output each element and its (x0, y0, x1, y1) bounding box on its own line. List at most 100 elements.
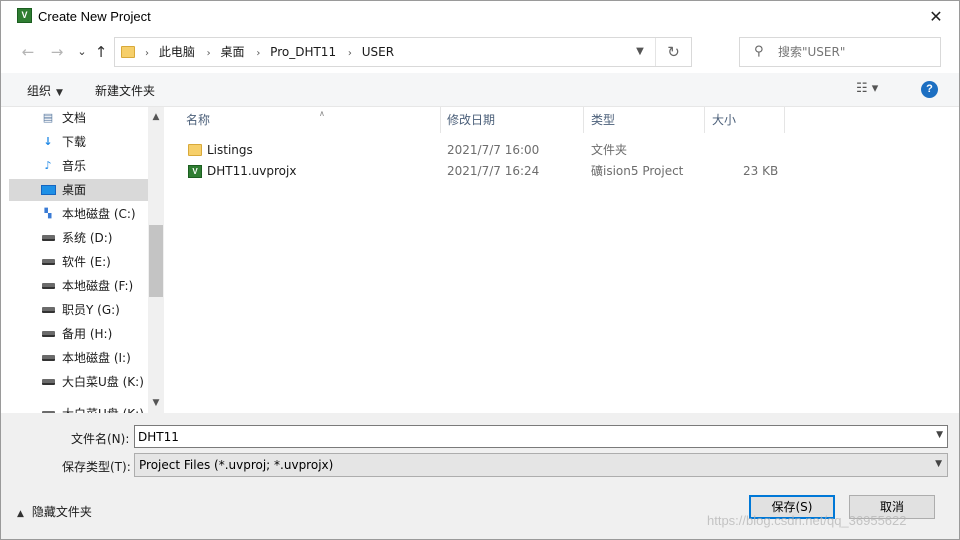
sidebar-item-drive-f[interactable]: 本地磁盘 (F:) (9, 275, 148, 297)
sidebar-item-label: 大白菜U盘 (K:) (62, 375, 144, 389)
column-header-date[interactable]: 修改日期 (440, 107, 584, 133)
chevron-down-icon: ▼ (935, 459, 942, 469)
back-icon[interactable]: ← (17, 41, 39, 63)
file-date: 2021/7/7 16:00 (447, 143, 540, 157)
sidebar-item-drive-h[interactable]: 备用 (H:) (9, 323, 148, 345)
drive-icon (42, 331, 55, 337)
sidebar-scrollbar[interactable]: ▲ ▼ (148, 107, 164, 413)
column-header-type[interactable]: 类型 (584, 107, 705, 133)
sidebar-item-drive-g[interactable]: 职员Y (G:) (9, 299, 148, 321)
sidebar-item-drive-d[interactable]: 系统 (D:) (9, 227, 148, 249)
filetype-value: Project Files (*.uvproj; *.uvprojx) (139, 458, 334, 472)
filetype-label: 保存类型(T): (62, 460, 131, 474)
sidebar-item-label: 下载 (62, 135, 87, 149)
folder-icon (188, 144, 202, 156)
column-header-name[interactable]: ∧ 名称 (179, 107, 441, 133)
address-bar[interactable]: › 此电脑 › 桌面 › Pro_DHT11 › USER ▼ ↻ (114, 37, 692, 67)
file-size: 23 KB (743, 164, 779, 178)
sidebar-item-downloads[interactable]: ↓ 下载 (9, 131, 148, 153)
hide-folders-toggle[interactable]: ▲ 隐藏文件夹 (17, 503, 92, 520)
drive-icon (42, 307, 55, 313)
filename-label: 文件名(N): (71, 432, 130, 446)
sidebar-item-drive-c[interactable]: ▚ 本地磁盘 (C:) (9, 203, 148, 225)
sidebar-item-label: 文档 (62, 111, 87, 125)
navigation-bar: ← → ⌄ ↑ › 此电脑 › 桌面 › Pro_DHT11 › USER ▼ … (1, 33, 959, 71)
column-header-size[interactable]: 大小 (705, 107, 785, 133)
search-icon: ⚲ (754, 44, 764, 59)
title-bar: V Create New Project ✕ (1, 1, 959, 32)
search-box[interactable]: ⚲ (739, 37, 941, 67)
breadcrumb-separator[interactable]: › (256, 48, 260, 59)
sidebar-item-label: 职员Y (G:) (62, 303, 120, 317)
new-folder-button[interactable]: 新建文件夹 (95, 82, 155, 99)
search-input[interactable] (778, 42, 933, 62)
sidebar-item-label: 音乐 (62, 159, 87, 173)
filetype-select[interactable]: Project Files (*.uvproj; *.uvprojx) ▼ (134, 453, 948, 477)
column-header-label: 名称 (186, 113, 211, 127)
sidebar-item-desktop[interactable]: 桌面 (9, 179, 148, 201)
refresh-icon[interactable]: ↻ (655, 38, 691, 66)
file-list: ∧ 名称 修改日期 类型 大小 Listings 2021/7/7 16:00 … (164, 107, 953, 413)
file-row[interactable]: V DHT11.uvprojx 2021/7/7 16:24 礦ision5 P… (164, 161, 953, 182)
toolbar: 组织 ▼ 新建文件夹 ☷ ▾ ? (1, 73, 959, 107)
breadcrumb-separator[interactable]: › (348, 48, 352, 59)
breadcrumb-this-pc[interactable]: 此电脑 (159, 45, 195, 59)
hide-folders-label: 隐藏文件夹 (31, 505, 92, 519)
save-dialog-window: V Create New Project ✕ ← → ⌄ ↑ › 此电脑 › 桌… (0, 0, 960, 540)
breadcrumb: › 此电脑 › 桌面 › Pro_DHT11 › USER (143, 38, 400, 66)
filename-combobox[interactable]: ▼ (134, 425, 948, 448)
close-button[interactable]: ✕ (913, 1, 959, 32)
forward-icon[interactable]: → (46, 41, 68, 63)
breadcrumb-desktop[interactable]: 桌面 (221, 45, 245, 59)
file-type: 礦ision5 Project (591, 164, 684, 178)
help-icon[interactable]: ? (921, 81, 938, 98)
watermark: https://blog.csdn.net/qq_36955622 (707, 513, 907, 528)
save-options-panel: 文件名(N): ▼ 保存类型(T): Project Files (*.uvpr… (1, 413, 959, 539)
sidebar-item-label: 软件 (E:) (62, 255, 111, 269)
file-name: Listings (207, 143, 253, 157)
sidebar-item-label: 本地磁盘 (C:) (62, 207, 136, 221)
sidebar-item-documents[interactable]: ▤ 文档 (9, 107, 148, 129)
organize-menu[interactable]: 组织 ▼ (27, 82, 63, 99)
caret-down-icon: ▼ (56, 88, 63, 98)
file-name: DHT11.uvprojx (207, 164, 297, 178)
breadcrumb-separator: › (145, 48, 149, 59)
sidebar-item-label: 桌面 (62, 183, 87, 197)
windows-drive-icon: ▚ (44, 209, 52, 219)
file-row[interactable]: Listings 2021/7/7 16:00 文件夹 (164, 140, 953, 161)
drive-icon (42, 259, 55, 265)
uvision-project-icon: V (188, 165, 202, 178)
breadcrumb-separator[interactable]: › (207, 48, 211, 59)
address-history-dropdown[interactable]: ▼ (627, 38, 653, 66)
sidebar-item-drive-k[interactable]: 大白菜U盘 (K:) (9, 371, 148, 393)
scrollbar-thumb[interactable] (149, 225, 163, 297)
window-title: Create New Project (38, 9, 151, 24)
chevron-down-icon[interactable]: ▼ (936, 430, 943, 440)
breadcrumb-user[interactable]: USER (362, 45, 394, 59)
folder-icon (121, 46, 135, 58)
sidebar-item-music[interactable]: ♪ 音乐 (9, 155, 148, 177)
up-icon[interactable]: ↑ (90, 41, 112, 63)
sidebar-item-label: 系统 (D:) (62, 231, 113, 245)
music-icon: ♪ (44, 159, 52, 172)
document-icon: ▤ (42, 111, 54, 124)
drive-icon (42, 283, 55, 289)
sidebar-item-label: 本地磁盘 (I:) (62, 351, 131, 365)
organize-label: 组织 (27, 84, 52, 98)
scroll-up-icon[interactable]: ▲ (148, 109, 164, 125)
breadcrumb-pro-dht11[interactable]: Pro_DHT11 (270, 45, 336, 59)
download-icon: ↓ (43, 135, 53, 148)
sidebar-item-drive-e[interactable]: 软件 (E:) (9, 251, 148, 273)
drive-icon (42, 235, 55, 241)
sidebar-item-label: 大白菜U盘 (K:) (62, 403, 144, 413)
scroll-down-icon[interactable]: ▼ (148, 395, 164, 411)
uvision-app-icon: V (17, 8, 32, 23)
change-view-icon[interactable]: ☷ ▾ (856, 81, 878, 96)
file-type: 文件夹 (591, 143, 628, 157)
sidebar-item-drive-k-usb[interactable]: 大白菜U盘 (K:) (9, 403, 148, 413)
filename-input[interactable] (138, 428, 918, 445)
caret-up-icon: ▲ (17, 509, 24, 519)
file-date: 2021/7/7 16:24 (447, 164, 540, 178)
sidebar-item-label: 备用 (H:) (62, 327, 113, 341)
sidebar-item-drive-i[interactable]: 本地磁盘 (I:) (9, 347, 148, 369)
